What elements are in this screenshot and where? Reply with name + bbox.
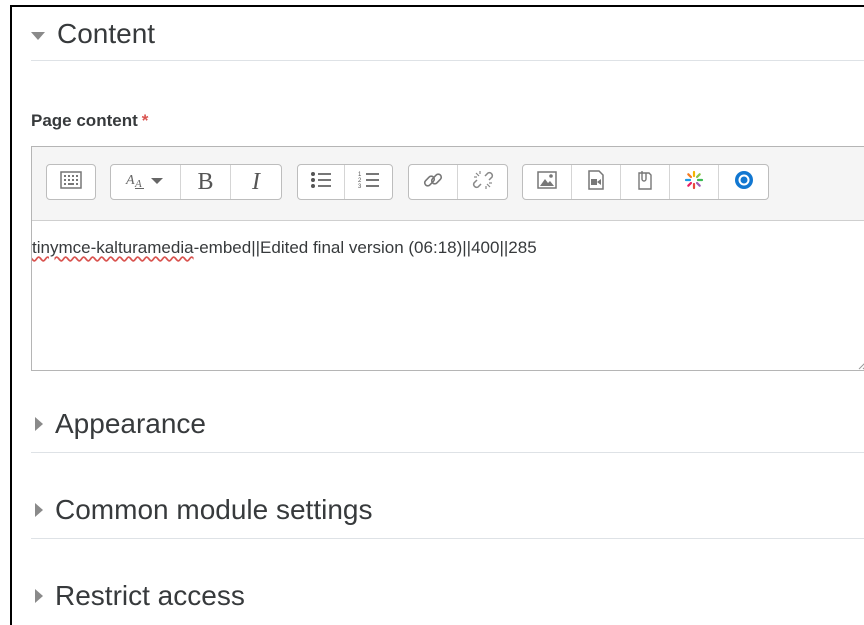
required-icon: * xyxy=(141,111,149,130)
image-icon xyxy=(537,170,557,194)
section-restrict-title: Restrict access xyxy=(55,580,245,611)
unordered-list-button[interactable] xyxy=(298,165,345,199)
page-content-label-text: Page content xyxy=(31,111,138,130)
ordered-list-button[interactable]: 123 xyxy=(345,165,392,199)
resize-grip-icon[interactable] xyxy=(857,357,864,370)
link-button[interactable] xyxy=(409,165,458,199)
section-appearance-header[interactable]: Appearance xyxy=(31,404,864,444)
section-divider xyxy=(31,60,864,61)
unlink-icon xyxy=(472,169,494,196)
page-content-editor[interactable]: A A B I 1 2 3 tinymce-kalturamedia-embed… xyxy=(31,146,864,371)
toolbar-group-toggle xyxy=(46,164,96,200)
toolbar-toggle-button[interactable] xyxy=(47,165,95,199)
page-content-label: Page content * xyxy=(31,111,148,131)
misspelled-text: tinymce-kalturamedia xyxy=(32,238,194,257)
media-button[interactable] xyxy=(572,165,621,199)
kaltura-icon xyxy=(684,170,704,195)
font-style-button[interactable]: A A xyxy=(111,165,181,199)
media-icon xyxy=(587,169,605,195)
caret-down-icon xyxy=(31,32,45,40)
unordered-list-icon xyxy=(310,170,332,195)
bold-icon: B xyxy=(197,168,214,195)
section-content-header[interactable]: Content xyxy=(31,14,864,54)
toolbar-group-lists: 123 xyxy=(297,164,393,200)
editor-toolbar: A A B I 1 2 3 xyxy=(32,147,864,221)
record-button[interactable] xyxy=(719,165,768,199)
section-appearance-title: Appearance xyxy=(55,408,207,439)
bold-button[interactable]: B xyxy=(181,165,231,199)
svg-text:A: A xyxy=(125,173,135,188)
svg-text:3: 3 xyxy=(358,184,362,190)
toolbar-group-text: A A B I xyxy=(110,164,282,200)
toolbar-toggle-icon xyxy=(60,170,82,194)
font-style-icon: A A xyxy=(125,170,167,195)
italic-button[interactable]: I xyxy=(231,165,281,199)
ordered-list-icon: 123 xyxy=(358,170,380,195)
kaltura-button[interactable] xyxy=(670,165,719,199)
manage-files-icon xyxy=(637,170,653,195)
section-content-title: Content xyxy=(57,18,156,49)
section-restrict-header[interactable]: Restrict access xyxy=(31,576,864,616)
section-divider xyxy=(31,452,864,453)
link-icon xyxy=(422,169,444,196)
toolbar-group-links xyxy=(408,164,508,200)
image-button[interactable] xyxy=(523,165,572,199)
editor-content[interactable]: tinymce-kalturamedia-embed||Edited final… xyxy=(32,221,864,259)
section-divider xyxy=(31,538,864,539)
manage-files-button[interactable] xyxy=(621,165,670,199)
caret-right-icon xyxy=(35,503,43,517)
section-common-title: Common module settings xyxy=(55,494,373,525)
unlink-button[interactable] xyxy=(458,165,507,199)
section-common-header[interactable]: Common module settings xyxy=(31,490,864,530)
caret-right-icon xyxy=(35,417,43,431)
record-icon xyxy=(733,169,755,196)
editor-text: -embed||Edited final version (06:18)||40… xyxy=(193,238,537,257)
toolbar-group-media xyxy=(522,164,769,200)
caret-right-icon xyxy=(35,589,43,603)
italic-icon: I xyxy=(252,168,260,195)
